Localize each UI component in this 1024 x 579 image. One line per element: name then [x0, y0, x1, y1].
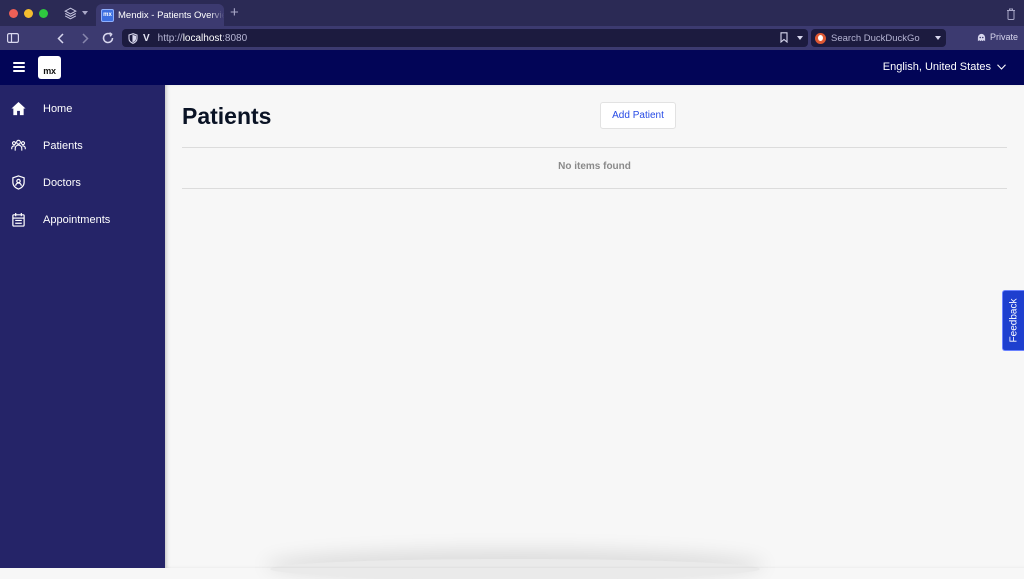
back-button[interactable] — [54, 30, 66, 46]
app-header: mx English, United States — [0, 50, 1024, 85]
tab-fade — [210, 4, 224, 26]
sidebar-label-home: Home — [43, 102, 73, 115]
sidebar-label-patients: Patients — [43, 139, 83, 152]
empty-list-message: No items found — [558, 161, 631, 172]
app-logo[interactable]: mx — [38, 56, 61, 79]
chevron-left-icon — [56, 32, 64, 44]
url-dropdown-icon[interactable] — [797, 36, 803, 40]
window-zoom-button[interactable] — [39, 9, 48, 18]
sidebar-panel-icon — [7, 33, 19, 43]
duckduckgo-icon — [815, 32, 826, 44]
logo-text: mx — [43, 66, 56, 76]
browser-tab-bar: mx Mendix - Patients Overview + — [0, 0, 1024, 26]
new-tab-button[interactable]: + — [230, 5, 239, 20]
add-patient-button[interactable]: Add Patient — [600, 102, 676, 129]
private-mode-indicator: Private — [977, 32, 1018, 42]
browser-nav-bar: V http://localhost:8080 Search DuckDuckG… — [0, 26, 1024, 50]
feedback-button[interactable]: Feedback — [1002, 290, 1024, 351]
sidebar-item-appointments[interactable]: Appointments — [0, 201, 165, 238]
search-placeholder: Search DuckDuckGo — [831, 32, 920, 44]
search-dropdown-icon[interactable] — [935, 36, 941, 40]
language-selector[interactable]: English, United States — [883, 61, 1006, 73]
calendar-icon — [12, 212, 25, 227]
sidebar-label-doctors: Doctors — [43, 176, 81, 189]
menu-icon[interactable] — [13, 61, 25, 73]
sidebar-item-patients[interactable]: Patients — [0, 127, 165, 164]
language-label: English, United States — [882, 61, 991, 73]
list-top-divider — [182, 147, 1007, 148]
address-bar[interactable]: V http://localhost:8080 — [122, 29, 808, 47]
search-bar[interactable]: Search DuckDuckGo — [811, 29, 946, 47]
home-icon — [11, 101, 26, 116]
users-icon — [11, 139, 26, 151]
tab-title: Mendix - Patients Overview — [118, 9, 224, 21]
sidebar: Home Patients Doctors Appointments — [0, 85, 165, 568]
feedback-label: Feedback — [1008, 298, 1020, 343]
private-mask-icon — [977, 33, 986, 41]
shield-icon[interactable] — [128, 32, 138, 44]
reload-button[interactable] — [101, 30, 115, 46]
sidebar-toggle-button[interactable] — [6, 30, 20, 46]
bottom-shadow — [270, 559, 760, 579]
sidebar-item-doctors[interactable]: Doctors — [0, 164, 165, 201]
window-minimize-button[interactable] — [24, 9, 33, 18]
browser-tab[interactable]: mx Mendix - Patients Overview — [96, 4, 224, 26]
window-close-button[interactable] — [9, 9, 18, 18]
main-content: Patients Add Patient No items found — [165, 85, 1024, 579]
doctor-badge-icon — [12, 175, 25, 190]
private-label: Private — [990, 32, 1019, 42]
mendix-favicon-icon: mx — [101, 8, 114, 22]
sidebar-item-home[interactable]: Home — [0, 90, 165, 127]
url-text[interactable]: http://localhost:8080 — [158, 33, 248, 44]
bookmark-icon[interactable] — [780, 32, 788, 43]
reload-icon — [102, 32, 114, 44]
vpn-icon[interactable]: V — [143, 33, 150, 44]
forward-button[interactable] — [79, 30, 91, 46]
chevron-right-icon — [81, 32, 89, 44]
list-bottom-divider — [182, 188, 1007, 189]
trash-icon[interactable] — [1006, 8, 1016, 20]
layers-icon[interactable] — [64, 7, 77, 20]
page-title: Patients — [182, 103, 272, 129]
sidebar-label-appointments: Appointments — [43, 213, 111, 226]
chevron-down-icon — [997, 64, 1006, 70]
tab-list-dropdown-icon[interactable] — [82, 11, 88, 15]
